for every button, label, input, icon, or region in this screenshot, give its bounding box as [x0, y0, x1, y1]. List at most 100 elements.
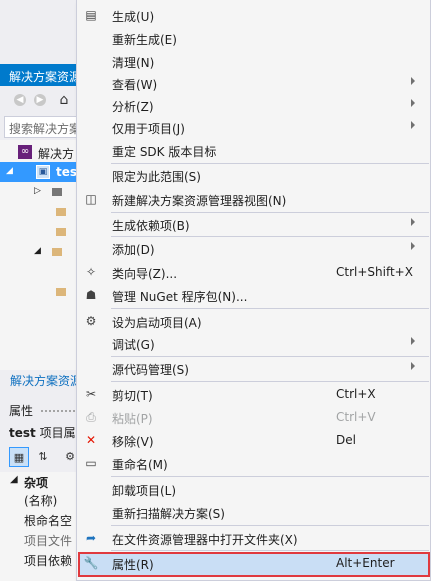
menu-item-shortcut: Del	[336, 433, 356, 447]
properties-object-name: test	[9, 426, 36, 440]
tree-row-file[interactable]	[0, 282, 80, 302]
menu-separator	[111, 476, 429, 477]
property-name: (名称)	[24, 494, 58, 508]
properties-object-type: 项目属	[39, 426, 76, 440]
submenu-arrow-icon	[411, 77, 415, 85]
wrench-icon: 🔧	[83, 556, 99, 570]
menu-item-label: 限定为此范围(S)	[112, 170, 201, 184]
menu-item-build-dependencies[interactable]: 生成依赖项(B)	[78, 213, 430, 235]
menu-item-label: 查看(W)	[112, 78, 158, 92]
menu-item-shortcut: Alt+Enter	[336, 556, 395, 570]
menu-item-manage-nuget[interactable]: ☗ 管理 NuGet 程序包(N)...	[78, 284, 430, 306]
tree-row-folder[interactable]	[0, 222, 80, 242]
tree-row-folder[interactable]	[0, 202, 80, 222]
menu-item-rebuild[interactable]: 重新生成(E)	[78, 27, 430, 49]
property-row[interactable]: 根命名空	[0, 512, 80, 530]
folder-icon	[56, 208, 66, 216]
menu-item-label: 清理(N)	[112, 56, 155, 70]
menu-separator	[111, 308, 429, 309]
alphabetical-icon[interactable]: ⇅	[33, 447, 53, 467]
menu-item-view[interactable]: 查看(W)	[78, 72, 430, 94]
menu-item-label: 调试(G)	[112, 338, 155, 352]
solution-explorer-tab[interactable]: 解决方案资源	[10, 372, 80, 389]
menu-item-label: 仅用于项目(J)	[112, 122, 185, 136]
cpp-project-icon: ▣	[36, 165, 50, 179]
expand-caret-icon[interactable]: ▷	[34, 186, 41, 196]
menu-item-label: 类向导(Z)...	[112, 267, 178, 281]
menu-item-source-control[interactable]: 源代码管理(S)	[78, 357, 430, 379]
rename-icon: ▭	[85, 456, 97, 470]
open-folder-icon: ➦	[85, 531, 97, 545]
pane-divider[interactable]	[0, 392, 80, 400]
menu-item-label: 重新生成(E)	[112, 33, 177, 47]
solution-explorer-search-input[interactable]: 搜索解决方案	[4, 116, 80, 138]
property-category[interactable]: ◢ 杂项	[0, 474, 80, 492]
submenu-arrow-icon	[411, 362, 415, 370]
solution-label: 解决方	[38, 147, 75, 161]
menu-item-label: 在文件资源管理器中打开文件夹(X)	[112, 533, 298, 547]
menu-item-debug[interactable]: 调试(G)	[78, 332, 430, 354]
submenu-arrow-icon	[411, 121, 415, 129]
menu-item-rescan-solution[interactable]: 重新扫描解决方案(S)	[78, 501, 430, 523]
visual-studio-solution-icon: ∞	[18, 145, 32, 159]
menu-item-label: 剪切(T)	[112, 389, 153, 403]
folder-icon	[56, 228, 66, 236]
tree-row-project[interactable]: ◢ ▣ test	[0, 162, 80, 182]
menu-item-label: 生成(U)	[112, 10, 155, 24]
menu-item-analyze[interactable]: 分析(Z)	[78, 94, 430, 116]
back-icon[interactable]: ◀	[14, 94, 26, 106]
menu-item-new-explorer-view[interactable]: ◫ 新建解决方案资源管理器视图(N)	[78, 188, 430, 210]
tree-row-references[interactable]: ▷	[0, 182, 80, 202]
properties-object-selector[interactable]: test 项目属	[9, 424, 79, 441]
categorized-icon[interactable]: ▦	[9, 447, 29, 467]
submenu-arrow-icon	[411, 99, 415, 107]
menu-item-open-in-explorer[interactable]: ➦ 在文件资源管理器中打开文件夹(X)	[78, 527, 430, 549]
remove-icon: ✕	[85, 433, 97, 447]
gear-icon: ⚙	[85, 314, 97, 328]
property-category-label: 杂项	[24, 476, 49, 490]
menu-item-rename[interactable]: ▭ 重命名(M)	[78, 452, 430, 474]
menu-item-scope-to-this[interactable]: 限定为此范围(S)	[78, 164, 430, 186]
property-row[interactable]: (名称)	[0, 492, 80, 510]
property-row[interactable]: 项目文件	[0, 532, 80, 550]
home-icon[interactable]: ⌂	[55, 91, 73, 109]
project-context-menu: ▤ 生成(U) 重新生成(E) 清理(N) 查看(W) 分析(Z) 仅用于项目(…	[76, 0, 431, 581]
menu-item-shortcut: Ctrl+Shift+X	[336, 265, 413, 279]
forward-icon[interactable]: ▶	[34, 94, 46, 106]
menu-item-class-wizard[interactable]: ✧ 类向导(Z)... Ctrl+Shift+X	[78, 261, 430, 283]
menu-item-cut[interactable]: ✂ 剪切(T) Ctrl+X	[78, 383, 430, 405]
menu-item-clean[interactable]: 清理(N)	[78, 50, 430, 72]
menu-item-label: 新建解决方案资源管理器视图(N)	[112, 194, 287, 208]
properties-drag-grip[interactable]	[40, 409, 80, 414]
nuget-icon: ☗	[85, 288, 97, 302]
menu-item-properties[interactable]: 🔧 属性(R) Alt+Enter	[78, 552, 430, 577]
property-row[interactable]: 项目依赖	[0, 552, 80, 570]
property-name: 项目依赖	[24, 554, 73, 568]
solution-explorer-title[interactable]: 解决方案资源	[0, 64, 80, 86]
menu-item-paste[interactable]: ⎙ 粘贴(P) Ctrl+V	[78, 406, 430, 428]
menu-item-build[interactable]: ▤ 生成(U)	[78, 4, 430, 26]
menu-item-label: 重命名(M)	[112, 458, 168, 472]
menu-item-retarget-sdk[interactable]: 重定 SDK 版本目标	[78, 139, 430, 161]
tree-row-solution[interactable]: ∞ 解决方	[0, 142, 80, 162]
collapse-caret-icon[interactable]: ◢	[34, 246, 41, 256]
collapse-caret-icon[interactable]: ◢	[6, 166, 13, 176]
solution-explorer-toolbar: ◀ ▶ ⌂	[0, 88, 80, 112]
properties-toolbar: ▦ ⇅ ⚙	[0, 444, 80, 470]
menu-item-add[interactable]: 添加(D)	[78, 237, 430, 259]
menu-item-set-startup[interactable]: ⚙ 设为启动项目(A)	[78, 310, 430, 332]
folder-icon	[56, 288, 66, 296]
menu-item-remove[interactable]: ✕ 移除(V) Del	[78, 429, 430, 451]
menu-item-label: 卸载项目(L)	[112, 484, 177, 498]
menu-separator	[111, 381, 429, 382]
collapse-caret-icon[interactable]: ◢	[10, 474, 18, 485]
menu-item-project-only[interactable]: 仅用于项目(J)	[78, 116, 430, 138]
menu-item-unload-project[interactable]: 卸载项目(L)	[78, 478, 430, 500]
paste-icon: ⎙	[86, 410, 96, 424]
menu-item-label: 管理 NuGet 程序包(N)...	[112, 290, 248, 304]
tree-row-folder-expanded[interactable]: ◢	[0, 242, 80, 262]
scissors-icon: ✂	[85, 387, 97, 401]
menu-item-label: 粘贴(P)	[112, 412, 153, 426]
menu-separator	[111, 525, 429, 526]
references-icon	[52, 188, 62, 196]
